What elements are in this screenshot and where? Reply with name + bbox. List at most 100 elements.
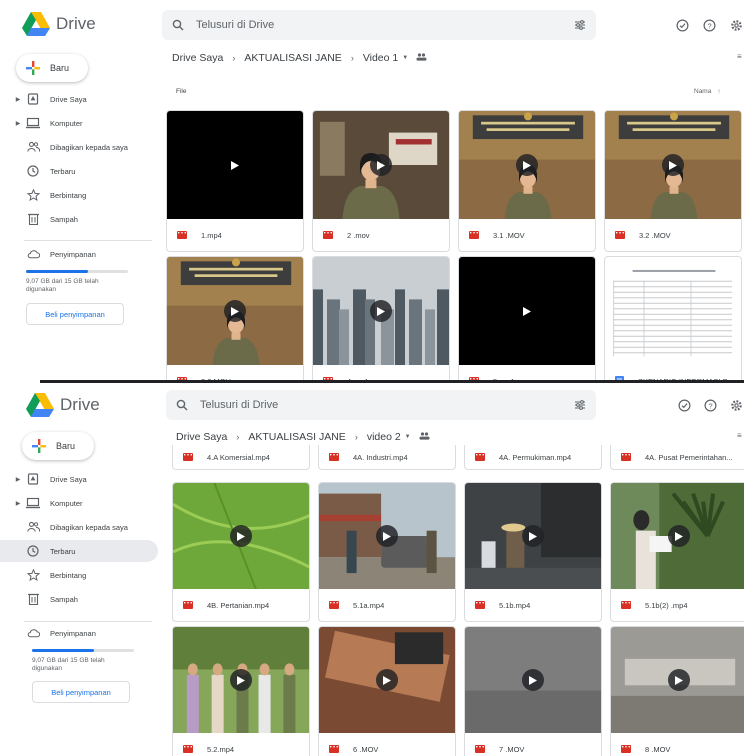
thumbnail[interactable] bbox=[173, 627, 309, 733]
video-tile[interactable]: 4A. Pusat Pemerintahan... bbox=[610, 445, 744, 470]
settings-icon[interactable] bbox=[728, 17, 744, 33]
thumbnail[interactable] bbox=[459, 257, 595, 365]
thumbnail[interactable] bbox=[173, 483, 309, 589]
video-tile[interactable]: 2 .mov bbox=[312, 110, 450, 252]
video-tile[interactable]: 7 .MOV bbox=[464, 626, 602, 756]
thumbnail[interactable] bbox=[465, 483, 601, 589]
chevron-down-icon[interactable]: ▼ bbox=[405, 434, 411, 440]
expand-caret-icon[interactable]: ▶ bbox=[12, 96, 24, 103]
new-button[interactable]: Baru bbox=[16, 54, 88, 82]
expand-caret-icon[interactable]: ▶ bbox=[12, 476, 24, 483]
file-caption[interactable]: 4.mp4 bbox=[313, 365, 449, 380]
play-icon[interactable] bbox=[516, 154, 538, 176]
file-caption[interactable]: 4A. Pusat Pemerintahan... bbox=[611, 445, 744, 469]
help-icon[interactable]: ? bbox=[701, 17, 717, 33]
video-tile[interactable]: 6 .MOV bbox=[318, 626, 456, 756]
buy-storage-button[interactable]: Beli penyimpanan bbox=[26, 303, 124, 325]
file-caption[interactable]: 5.1b(2) .mp4 bbox=[611, 589, 744, 621]
sort-control[interactable]: Nama ↑ bbox=[694, 88, 721, 95]
search-bar[interactable]: Telusuri di Drive bbox=[162, 10, 596, 40]
list-view-icon[interactable]: ≡ bbox=[737, 431, 742, 440]
breadcrumb-item[interactable]: AKTUALISASI JANE bbox=[248, 431, 345, 443]
chevron-down-icon[interactable]: ▼ bbox=[402, 55, 408, 61]
video-tile[interactable]: 4B. Pertanian.mp4 bbox=[172, 482, 310, 622]
thumbnail[interactable] bbox=[605, 257, 741, 365]
expand-caret-icon[interactable]: ▶ bbox=[12, 120, 24, 127]
play-icon[interactable] bbox=[370, 300, 392, 322]
play-icon[interactable] bbox=[230, 669, 252, 691]
play-icon[interactable] bbox=[668, 669, 690, 691]
thumbnail[interactable] bbox=[167, 257, 303, 365]
thumbnail[interactable] bbox=[319, 483, 455, 589]
breadcrumb-item[interactable]: AKTUALISASI JANE bbox=[244, 52, 341, 64]
arrow-up-icon[interactable]: ↑ bbox=[717, 88, 720, 95]
help-icon[interactable]: ? bbox=[702, 397, 718, 413]
sidebar-item[interactable]: Sampah bbox=[0, 208, 158, 230]
file-caption[interactable]: 5.1b.mp4 bbox=[465, 589, 601, 621]
file-caption[interactable]: 2 .mov bbox=[313, 219, 449, 251]
file-caption[interactable]: 7 .MOV bbox=[465, 733, 601, 756]
sidebar-item[interactable]: Dibagikan kepada saya bbox=[0, 136, 158, 158]
file-caption[interactable]: 8 .MOV bbox=[611, 733, 744, 756]
play-icon[interactable] bbox=[522, 525, 544, 547]
sidebar-item-storage[interactable]: Penyimpanan bbox=[0, 243, 158, 265]
play-icon[interactable] bbox=[376, 525, 398, 547]
breadcrumb-current[interactable]: Video 1 bbox=[363, 52, 398, 64]
file-caption[interactable]: 4A. Permukiman.mp4 bbox=[465, 445, 601, 469]
play-icon[interactable] bbox=[224, 154, 246, 176]
video-tile[interactable]: 4.A Komersial.mp4 bbox=[172, 445, 310, 470]
play-icon[interactable] bbox=[516, 300, 538, 322]
offline-status-icon[interactable] bbox=[676, 397, 692, 413]
sidebar-item[interactable]: Sampah bbox=[0, 588, 158, 610]
search-input[interactable]: Telusuri di Drive bbox=[196, 19, 574, 31]
play-icon[interactable] bbox=[668, 525, 690, 547]
settings-icon[interactable] bbox=[728, 397, 744, 413]
file-caption[interactable]: 5.mp4 bbox=[459, 365, 595, 380]
file-caption[interactable]: 1.mp4 bbox=[167, 219, 303, 251]
video-tile[interactable]: 5.2.mp4 bbox=[172, 626, 310, 756]
thumbnail[interactable] bbox=[611, 627, 744, 733]
play-icon[interactable] bbox=[522, 669, 544, 691]
sidebar-item[interactable]: ▶ Komputer bbox=[0, 112, 158, 134]
play-icon[interactable] bbox=[662, 154, 684, 176]
sidebar-item[interactable]: Terbaru bbox=[0, 540, 158, 562]
sidebar-item[interactable]: Dibagikan kepada saya bbox=[0, 516, 158, 538]
file-caption[interactable]: 3.3.MOV bbox=[167, 365, 303, 380]
file-caption[interactable]: SKENARIO INFORMASI P... bbox=[605, 365, 741, 380]
search-icon[interactable] bbox=[172, 19, 184, 31]
play-icon[interactable] bbox=[370, 154, 392, 176]
video-tile[interactable]: 4.mp4 bbox=[312, 256, 450, 380]
new-button[interactable]: Baru bbox=[22, 432, 94, 460]
expand-caret-icon[interactable]: ▶ bbox=[12, 500, 24, 507]
file-caption[interactable]: 4A. Industri.mp4 bbox=[319, 445, 455, 469]
offline-status-icon[interactable] bbox=[674, 17, 690, 33]
video-tile[interactable]: 5.1b.mp4 bbox=[464, 482, 602, 622]
search-options-icon[interactable] bbox=[574, 19, 586, 31]
sidebar-item[interactable]: ▶ Drive Saya bbox=[0, 468, 158, 490]
sidebar-item[interactable]: Terbaru bbox=[0, 160, 158, 182]
video-tile[interactable]: 5.mp4 bbox=[458, 256, 596, 380]
video-tile[interactable]: 3.3.MOV bbox=[166, 256, 304, 380]
thumbnail[interactable] bbox=[319, 627, 455, 733]
sidebar-item[interactable]: ▶ Komputer bbox=[0, 492, 158, 514]
drive-logo[interactable]: Drive bbox=[26, 393, 100, 417]
video-tile[interactable]: 4A. Industri.mp4 bbox=[318, 445, 456, 470]
drive-logo[interactable]: Drive bbox=[22, 12, 96, 36]
play-icon[interactable] bbox=[230, 525, 252, 547]
list-view-icon[interactable]: ≡ bbox=[737, 52, 742, 61]
sidebar-item-storage[interactable]: Penyimpanan bbox=[0, 622, 158, 644]
breadcrumb-item[interactable]: Drive Saya bbox=[176, 431, 227, 443]
search-input[interactable]: Telusuri di Drive bbox=[200, 399, 574, 411]
sidebar-item[interactable]: Berbintang bbox=[0, 564, 158, 586]
breadcrumb-current[interactable]: video 2 bbox=[367, 431, 401, 443]
play-icon[interactable] bbox=[224, 300, 246, 322]
thumbnail[interactable] bbox=[605, 111, 741, 219]
file-caption[interactable]: 5.1a.mp4 bbox=[319, 589, 455, 621]
buy-storage-button[interactable]: Beli penyimpanan bbox=[32, 681, 130, 703]
play-icon[interactable] bbox=[376, 669, 398, 691]
thumbnail[interactable] bbox=[167, 111, 303, 219]
thumbnail[interactable] bbox=[611, 483, 744, 589]
breadcrumb-item[interactable]: Drive Saya bbox=[172, 52, 223, 64]
sidebar-item[interactable]: ▶ Drive Saya bbox=[0, 88, 158, 110]
search-icon[interactable] bbox=[176, 399, 188, 411]
